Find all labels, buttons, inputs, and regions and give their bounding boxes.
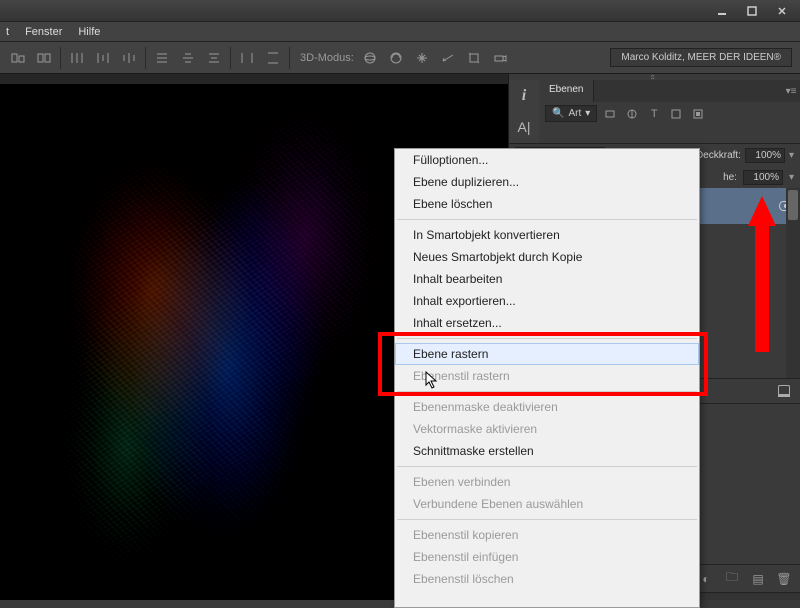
divider [145, 47, 146, 69]
divider [60, 47, 61, 69]
menu-item[interactable]: Inhalt exportieren... [395, 290, 699, 312]
menu-item: Ebenenstil einfügen [395, 546, 699, 568]
chevron-down-icon: ▾ [585, 108, 590, 119]
scrollbar-thumb[interactable] [788, 190, 798, 220]
align-icon-2[interactable] [34, 48, 54, 68]
menu-item[interactable]: Inhalt ersetzen... [395, 312, 699, 334]
menu-item: Ebenenmaske deaktivieren [395, 396, 699, 418]
chevron-down-icon[interactable]: ▾ [789, 150, 794, 161]
menu-separator [397, 466, 697, 467]
menu-partial[interactable]: t [6, 26, 9, 38]
menu-item[interactable]: In Smartobjekt konvertieren [395, 224, 699, 246]
window-titlebar [0, 0, 800, 22]
menu-item[interactable]: Ebene duplizieren... [395, 171, 699, 193]
3d-pan-icon[interactable] [412, 48, 432, 68]
chevron-down-icon[interactable]: ▾ [789, 172, 794, 183]
filter-pixel-icon[interactable] [601, 106, 619, 122]
search-icon: 🔍 [552, 108, 564, 119]
3d-camera-icon[interactable] [490, 48, 510, 68]
menu-item: Ebenenstil rastern [395, 365, 699, 387]
menu-item[interactable]: Fülloptionen... [395, 149, 699, 171]
menu-item: Vektormaske aktivieren [395, 418, 699, 440]
filter-smart-icon[interactable] [689, 106, 707, 122]
3d-scale-icon[interactable] [464, 48, 484, 68]
minimize-button[interactable] [708, 3, 736, 19]
distribute-icon-2[interactable] [93, 48, 113, 68]
menu-separator [397, 219, 697, 220]
options-bar: 3D-Modus: Marco Kolditz, MEER DER IDEEN® [0, 42, 800, 74]
menu-separator [397, 338, 697, 339]
distribute-icon-8[interactable] [263, 48, 283, 68]
divider [289, 47, 290, 69]
3d-roll-icon[interactable] [386, 48, 406, 68]
3d-slide-icon[interactable] [438, 48, 458, 68]
maximize-button[interactable] [738, 3, 766, 19]
menu-help[interactable]: Hilfe [78, 26, 100, 38]
kind-label: Art [568, 108, 581, 119]
menu-item: Verbundene Ebenen auswählen [395, 493, 699, 515]
opacity-label: Deckkraft: [696, 150, 741, 161]
new-layer-icon[interactable]: ▤ [750, 571, 766, 587]
menu-separator [397, 391, 697, 392]
menu-item: Ebenenstil löschen [395, 568, 699, 590]
adjustment-icon[interactable]: ◐ [698, 571, 714, 587]
opacity-input[interactable]: 100% [745, 148, 785, 163]
distribute-icon-3[interactable] [119, 48, 139, 68]
trash-icon[interactable]: 🗑 [776, 571, 792, 587]
workspace-switcher[interactable]: Marco Kolditz, MEER DER IDEEN® [610, 48, 792, 67]
menu-item[interactable]: Ebene rastern [395, 343, 699, 365]
menu-item[interactable]: Ebene löschen [395, 193, 699, 215]
character-panel-icon[interactable]: A| [509, 112, 539, 144]
panel-menu-icon[interactable]: ▾≡ [782, 80, 800, 102]
distribute-icon-7[interactable] [237, 48, 257, 68]
fill-input[interactable]: 100% [743, 170, 783, 185]
lock-icon[interactable] [778, 385, 790, 397]
3d-mode-label: 3D-Modus: [300, 52, 354, 64]
distribute-icon-1[interactable] [67, 48, 87, 68]
distribute-icon-4[interactable] [152, 48, 172, 68]
info-panel-icon[interactable]: i [509, 80, 539, 112]
layer-filter-kind[interactable]: 🔍 Art ▾ [545, 105, 597, 122]
menu-item[interactable]: Schnittmaske erstellen [395, 440, 699, 462]
menu-window[interactable]: Fenster [25, 26, 62, 38]
tab-layers[interactable]: Ebenen [539, 80, 594, 102]
menubar: t Fenster Hilfe [0, 22, 800, 42]
folder-icon[interactable]: 🗀 [724, 571, 740, 587]
layer-context-menu: Fülloptionen...Ebene duplizieren...Ebene… [394, 148, 700, 608]
filter-shape-icon[interactable] [667, 106, 685, 122]
menu-item: Ebenen verbinden [395, 471, 699, 493]
align-icon[interactable] [8, 48, 28, 68]
distribute-icon-5[interactable] [178, 48, 198, 68]
divider [230, 47, 231, 69]
menu-item[interactable]: Inhalt bearbeiten [395, 268, 699, 290]
close-button[interactable] [768, 3, 796, 19]
layer-scrollbar[interactable] [786, 188, 800, 378]
fill-label: he: [723, 172, 737, 183]
menu-item: Ebenenstil kopieren [395, 524, 699, 546]
filter-adjust-icon[interactable] [623, 106, 641, 122]
distribute-icon-6[interactable] [204, 48, 224, 68]
3d-orbit-icon[interactable] [360, 48, 380, 68]
menu-separator [397, 519, 697, 520]
menu-item[interactable]: Neues Smartobjekt durch Kopie [395, 246, 699, 268]
filter-type-icon[interactable]: T [645, 106, 663, 122]
